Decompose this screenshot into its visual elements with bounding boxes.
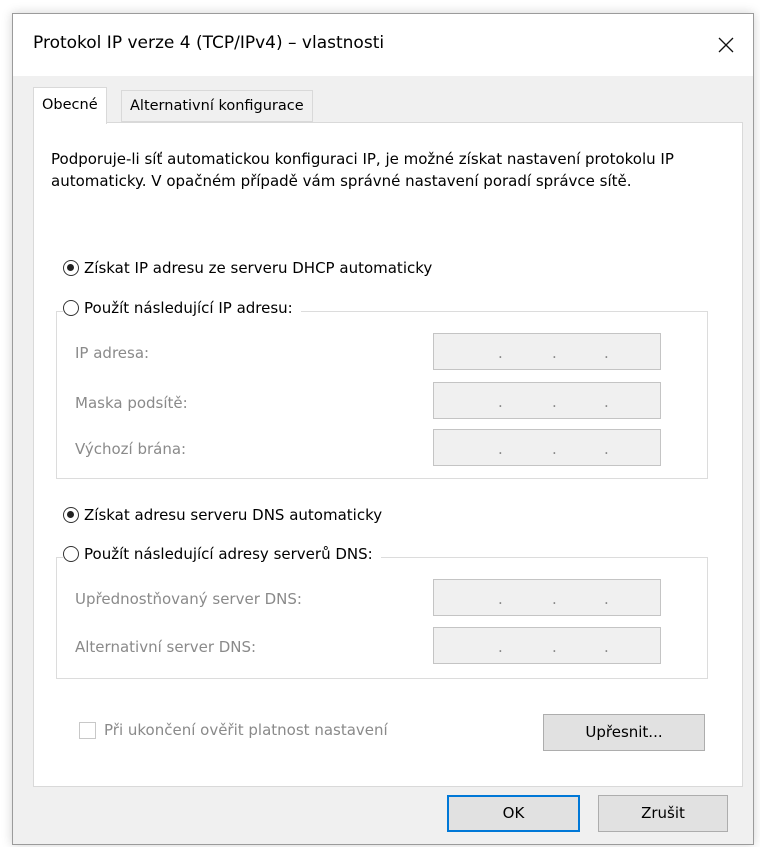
octet-separator: . xyxy=(604,440,609,458)
close-button[interactable] xyxy=(699,14,753,76)
ip-address-label: IP adresa: xyxy=(75,344,150,362)
ip-address-field[interactable]: . . . xyxy=(433,333,661,370)
octet-separator: . xyxy=(552,344,557,362)
checkbox-label: Při ukončení ověřit platnost nastavení xyxy=(104,721,388,739)
dialog-window: Protokol IP verze 4 (TCP/IPv4) – vlastno… xyxy=(12,13,754,845)
radio-label: Použít následující adresy serverů DNS: xyxy=(84,545,373,563)
radio-use-dns-manual[interactable]: Použít následující adresy serverů DNS: xyxy=(63,545,381,563)
title-bar: Protokol IP verze 4 (TCP/IPv4) – vlastno… xyxy=(13,14,753,76)
octet-separator: . xyxy=(498,638,503,656)
preferred-dns-field[interactable]: . . . xyxy=(433,579,661,616)
octet-separator: . xyxy=(498,344,503,362)
radio-obtain-dns-auto[interactable]: Získat adresu serveru DNS automaticky xyxy=(63,506,391,524)
tab-general[interactable]: Obecné xyxy=(33,87,107,124)
checkbox-box xyxy=(79,721,96,739)
radio-obtain-ip-auto[interactable]: Získat IP adresu ze serveru DHCP automat… xyxy=(63,259,441,277)
radio-label: Získat adresu serveru DNS automaticky xyxy=(84,506,383,524)
octet-separator: . xyxy=(552,393,557,411)
default-gateway-label: Výchozí brána: xyxy=(75,440,187,458)
alternate-dns-label: Alternativní server DNS: xyxy=(75,638,257,656)
radio-use-ip-manual[interactable]: Použít následující IP adresu: xyxy=(63,299,301,317)
alternate-dns-field[interactable]: . . . xyxy=(433,627,661,664)
radio-indicator xyxy=(63,507,79,523)
close-icon xyxy=(718,37,734,53)
octet-separator: . xyxy=(604,638,609,656)
radio-label: Použít následující IP adresu: xyxy=(84,299,293,317)
octet-separator: . xyxy=(552,440,557,458)
radio-indicator xyxy=(63,260,79,276)
intro-text: Podporuje-li síť automatickou konfigurac… xyxy=(51,150,674,190)
radio-label: Získat IP adresu ze serveru DHCP automat… xyxy=(84,259,433,277)
cancel-button[interactable]: Zrušit xyxy=(598,795,728,832)
octet-separator: . xyxy=(604,344,609,362)
radio-indicator xyxy=(63,300,79,316)
advanced-button[interactable]: Upřesnit... xyxy=(543,714,705,751)
default-gateway-field[interactable]: . . . xyxy=(433,429,661,466)
window-title: Protokol IP verze 4 (TCP/IPv4) – vlastno… xyxy=(33,33,385,53)
validate-settings-checkbox[interactable]: Při ukončení ověřit platnost nastavení xyxy=(79,721,388,739)
octet-separator: . xyxy=(604,393,609,411)
tab-alternative-config[interactable]: Alternativní konfigurace xyxy=(121,90,313,122)
octet-separator: . xyxy=(498,440,503,458)
ok-button[interactable]: OK xyxy=(447,795,580,832)
subnet-mask-label: Maska podsítě: xyxy=(75,394,188,412)
radio-indicator xyxy=(63,546,79,562)
preferred-dns-label: Upřednostňovaný server DNS: xyxy=(75,590,302,608)
subnet-mask-field[interactable]: . . . xyxy=(433,382,661,419)
octet-separator: . xyxy=(552,638,557,656)
octet-separator: . xyxy=(498,393,503,411)
octet-separator: . xyxy=(498,590,503,608)
octet-separator: . xyxy=(604,590,609,608)
octet-separator: . xyxy=(552,590,557,608)
